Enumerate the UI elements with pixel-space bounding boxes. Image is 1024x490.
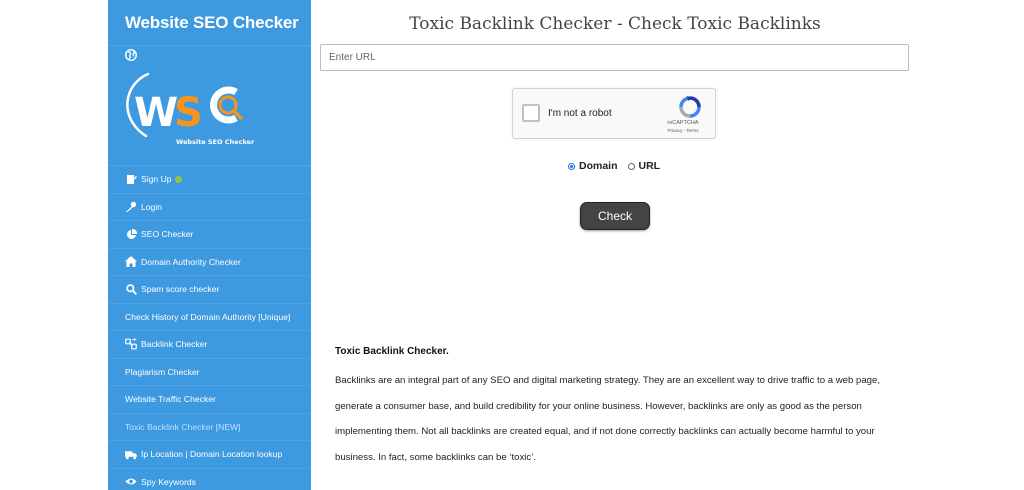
truck-icon	[125, 448, 137, 460]
check-button[interactable]: Check	[580, 202, 650, 230]
sidebar-item-label: Domain Authority Checker	[141, 256, 241, 267]
eye-icon	[125, 476, 137, 488]
sidebar-item-domain-authority[interactable]: Domain Authority Checker	[108, 249, 311, 276]
logo-subtitle: Website SEO Checker	[176, 138, 255, 146]
sidebar-item-label: Spam score checker	[141, 284, 220, 295]
recaptcha-logo-icon	[679, 96, 701, 118]
logo[interactable]: W S Website SEO Checker	[108, 68, 311, 166]
sidebar-item-seo-checker[interactable]: SEO Checker	[108, 221, 311, 249]
new-badge-icon	[174, 175, 182, 183]
brand-title[interactable]: Website SEO Checker	[108, 0, 311, 46]
pie-chart-icon	[125, 228, 137, 240]
sidebar-item-label: Login	[141, 201, 163, 212]
sidebar-item-spam-score[interactable]: Spam score checker	[108, 276, 311, 304]
radio-url[interactable]: URL	[627, 160, 661, 172]
sidebar-item-spy-keywords[interactable]: Spy Keywords	[108, 469, 311, 490]
home-icon	[125, 256, 137, 268]
recaptcha-privacy-terms[interactable]: Privacy - Terms	[658, 128, 708, 133]
sidebar-item-label: Website Traffic Checker	[125, 394, 216, 405]
recaptcha-widget: I'm not a robot reCAPTCHA Privacy - Term…	[512, 88, 716, 139]
radio-domain[interactable]: Domain	[568, 160, 618, 172]
sidebar-item-label: Check History of Domain Authority [Uniqu…	[125, 311, 291, 322]
recaptcha-checkbox[interactable]	[522, 104, 540, 122]
sidebar-item-label: Backlink Checker	[141, 339, 208, 350]
link-icon	[125, 338, 137, 350]
url-input[interactable]	[320, 44, 909, 71]
signup-icon	[125, 173, 137, 185]
sidebar-item-label: Ip Location | Domain Location lookup	[141, 449, 283, 460]
sidebar-item-label: Plagiarism Checker	[125, 366, 200, 377]
sidebar: Website SEO Checker W S Website SEO Chec…	[108, 0, 311, 490]
article-body: Backlinks are an integral part of any SE…	[335, 375, 881, 463]
radio-url-label: URL	[638, 160, 661, 172]
recaptcha-brand: reCAPTCHA	[667, 120, 699, 126]
sidebar-item-plagiarism-checker[interactable]: Plagiarism Checker	[108, 359, 311, 386]
logo-letter-w: W	[134, 90, 178, 136]
sidebar-item-label: Spy Keywords	[141, 476, 196, 487]
search-mode-radio-group: Domain URL	[568, 160, 670, 172]
logo-letter-s: S	[174, 90, 203, 136]
globe-row	[108, 46, 311, 68]
key-icon	[125, 201, 137, 213]
sidebar-item-backlink-checker[interactable]: Backlink Checker	[108, 331, 311, 359]
radio-url-dot[interactable]	[627, 162, 635, 170]
article: Toxic Backlink Checker. Backlinks are an…	[335, 346, 895, 470]
radio-domain-label: Domain	[579, 160, 618, 172]
sidebar-item-sign-up[interactable]: Sign Up	[108, 166, 311, 194]
sidebar-item-label: Toxic Backlink Checker [NEW]	[125, 421, 241, 432]
radio-domain-dot[interactable]	[568, 162, 575, 170]
search-icon	[125, 283, 137, 295]
sidebar-item-domain-authority-history[interactable]: Check History of Domain Authority [Uniqu…	[108, 304, 311, 331]
page-title: Toxic Backlink Checker - Check Toxic Bac…	[409, 14, 821, 34]
sidebar-item-toxic-backlink[interactable]: Toxic Backlink Checker [NEW]	[108, 414, 311, 441]
sidebar-item-login[interactable]: Login	[108, 194, 311, 221]
recaptcha-label: I'm not a robot	[548, 108, 612, 119]
sidebar-item-website-traffic[interactable]: Website Traffic Checker	[108, 386, 311, 414]
sidebar-item-label: SEO Checker	[141, 229, 194, 240]
sidebar-item-label: Sign Up	[141, 174, 172, 185]
sidebar-item-ip-location[interactable]: Ip Location | Domain Location lookup	[108, 441, 311, 469]
globe-icon[interactable]	[124, 48, 138, 66]
article-heading: Toxic Backlink Checker.	[335, 346, 449, 357]
